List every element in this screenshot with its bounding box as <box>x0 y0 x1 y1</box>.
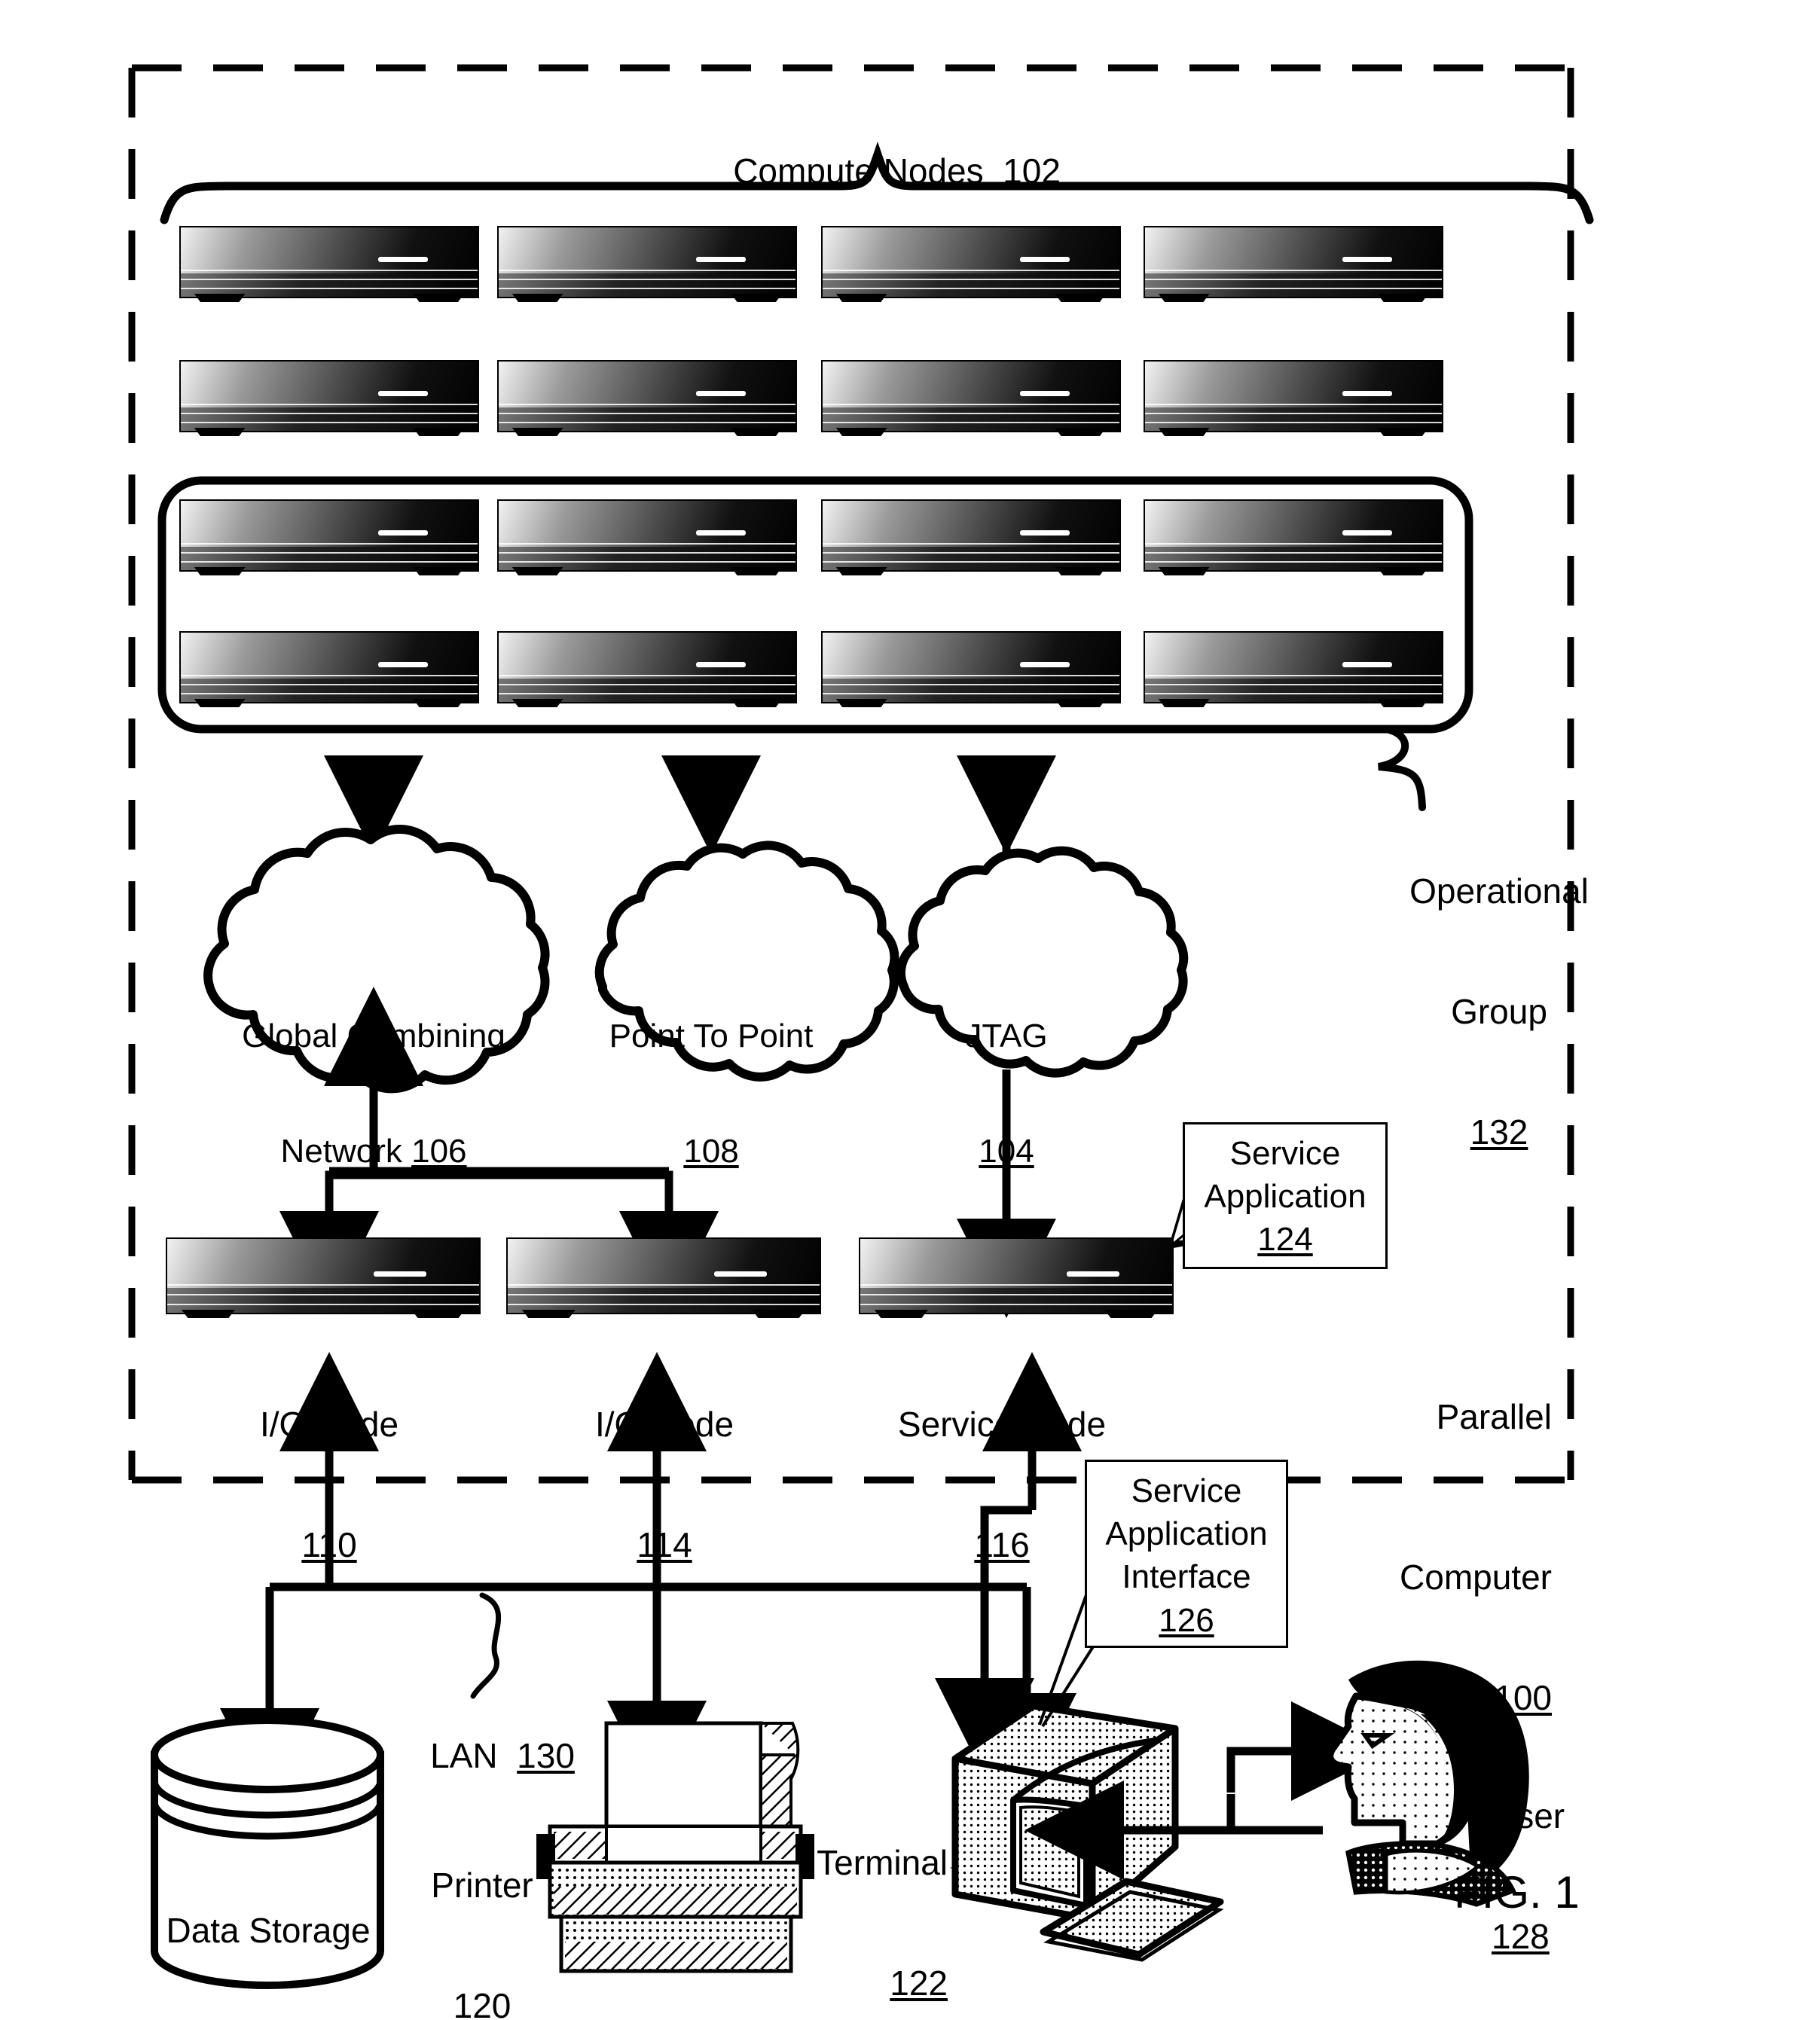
data-storage-label-text: Data Storage <box>166 1910 371 1950</box>
lan-ref: 130 <box>517 1736 575 1776</box>
compute-node[interactable] <box>1144 226 1443 302</box>
lan-leader <box>470 1592 502 1699</box>
service-node-116-label-text: Service Node <box>897 1404 1107 1444</box>
operational-group-label: Operational Group 132 <box>1409 791 1589 1233</box>
compute-node[interactable] <box>1144 631 1443 707</box>
compute-node[interactable] <box>1144 360 1443 436</box>
terminal-label-text: Terminal <box>817 1842 948 1882</box>
operational-group-ref: 132 <box>1470 1112 1528 1152</box>
service-node-116-ref: 116 <box>974 1524 1030 1564</box>
service-application-interface-box[interactable]: Service Application Interface 126 <box>1085 1460 1288 1648</box>
network-global-combining-label: Global Combining Network 106 <box>242 940 505 1247</box>
io-node-114-label: I/O Node 114 <box>595 1324 734 1646</box>
operational-group-line1: Operational <box>1409 871 1589 911</box>
compute-nodes-ref: 102 <box>1003 151 1061 191</box>
sai-line2: Application <box>1105 1515 1268 1553</box>
lan-label-text: LAN <box>430 1736 498 1776</box>
sai-line3: Interface <box>1122 1558 1251 1596</box>
compute-node[interactable] <box>821 226 1121 302</box>
printer-label: Printer 120 <box>431 1785 533 2020</box>
service-application-line2: Application <box>1204 1178 1367 1216</box>
service-node-116-label: Service Node 116 <box>898 1324 1106 1646</box>
service-application-ref: 124 <box>1257 1221 1313 1259</box>
parallel-computer-ref: 100 <box>1494 1678 1552 1718</box>
network-p2p-ref: 108 <box>683 1133 739 1170</box>
compute-node[interactable] <box>821 360 1121 436</box>
network-gcn-ref: 106 <box>411 1133 467 1170</box>
printer-label-text: Printer <box>431 1865 533 1905</box>
user-ref: 128 <box>1492 1916 1550 1956</box>
compute-node[interactable] <box>497 499 797 575</box>
io-node-110-graphic[interactable] <box>166 1237 481 1318</box>
operational-group-line2: Group <box>1451 991 1547 1031</box>
network-point-to-point-label: Point To Point 108 <box>609 940 814 1247</box>
network-jtag-label: JTAG 104 <box>965 940 1047 1247</box>
printer-graphic <box>536 1721 814 1973</box>
figure-canvas: Compute Nodes 102 Operational Group 132 … <box>0 0 1820 2020</box>
printer-ref: 120 <box>453 1985 511 2020</box>
io-node-110-label-text: I/O Node <box>259 1404 399 1444</box>
network-gcn-line2: Network <box>280 1133 402 1170</box>
compute-node[interactable] <box>179 631 479 707</box>
network-jtag-ref: 104 <box>979 1133 1034 1170</box>
terminal-ref: 122 <box>890 1963 948 2003</box>
data-storage-label: Data Storage 118 <box>166 1830 370 2020</box>
compute-node[interactable] <box>497 360 797 436</box>
service-application-box[interactable]: Service Application 124 <box>1183 1122 1388 1269</box>
compute-node[interactable] <box>497 631 797 707</box>
io-node-110-ref: 110 <box>301 1524 357 1564</box>
sai-ref: 126 <box>1159 1601 1214 1639</box>
compute-node[interactable] <box>821 499 1121 575</box>
compute-node[interactable] <box>497 226 797 302</box>
compute-node[interactable] <box>179 499 479 575</box>
network-p2p-line1: Point To Point <box>609 1018 814 1055</box>
compute-node[interactable] <box>179 360 479 436</box>
io-node-110-label: I/O Node 110 <box>260 1324 399 1646</box>
figure-caption: FIG. 1 <box>1454 1867 1580 1918</box>
io-node-114-label-text: I/O Node <box>594 1404 734 1444</box>
user-label-text: User <box>1492 1796 1565 1835</box>
io-node-114-graphic[interactable] <box>506 1237 821 1318</box>
service-application-line1: Service <box>1229 1135 1341 1172</box>
compute-node[interactable] <box>1144 499 1443 575</box>
service-node-116-graphic[interactable] <box>859 1237 1174 1318</box>
network-jtag-line1: JTAG <box>965 1018 1048 1055</box>
compute-nodes-title-text: Compute Nodes <box>733 151 984 191</box>
io-node-114-ref: 114 <box>637 1524 692 1564</box>
network-gcn-line1: Global Combining <box>242 1018 505 1055</box>
compute-nodes-title: Compute Nodes 102 <box>695 111 1061 232</box>
terminal-label: Terminal 122 <box>817 1762 948 2020</box>
compute-node[interactable] <box>179 226 479 302</box>
sai-line1: Service <box>1131 1472 1242 1509</box>
compute-node[interactable] <box>821 631 1121 707</box>
